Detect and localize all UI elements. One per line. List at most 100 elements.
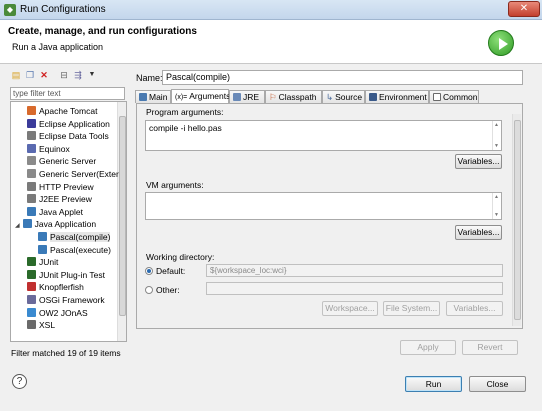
tree-item-label: Generic Server	[39, 156, 97, 167]
tree-item-label: JUnit Plug-in Test	[39, 269, 105, 280]
jre-tab-icon	[233, 93, 241, 101]
tab-classpath[interactable]: ⚐ Classpath	[265, 90, 322, 103]
tab-common[interactable]: Common	[429, 90, 479, 103]
vm-args-variables-button[interactable]: Variables...	[455, 225, 502, 240]
dialog-header: Create, manage, and run configurations R…	[0, 20, 542, 64]
vm-args-scrollbar[interactable]	[492, 193, 501, 219]
workspace-button[interactable]: Workspace...	[322, 301, 378, 316]
apply-button[interactable]: Apply	[400, 340, 456, 355]
tab-environment[interactable]: Environment	[365, 90, 429, 103]
default-dir-field: ${workspace_loc:wci}	[206, 264, 503, 277]
config-tabs: Main (x)= Arguments JRE ⚐ Classpath ↳ Sourc…	[135, 89, 523, 103]
java-app-icon	[22, 219, 32, 229]
tree-item[interactable]: Eclipse Application	[27, 118, 110, 130]
tree-item-label: OW2 JOnAS	[39, 307, 88, 318]
tree-item-label: Generic Server(Exter	[39, 169, 119, 179]
j2ee-icon	[27, 194, 36, 204]
tree-item-label: Pascal(compile)	[50, 232, 111, 242]
tree-item-label: Knopflerfish	[39, 282, 84, 293]
tree-item[interactable]: Pascal(compile)	[38, 231, 111, 243]
other-dir-field[interactable]	[206, 282, 503, 295]
tree-item[interactable]: Generic Server(Exter	[27, 168, 119, 180]
tab-main[interactable]: Main	[135, 90, 171, 103]
program-args-field[interactable]: compile -i hello.pas	[145, 120, 502, 151]
tree-item[interactable]: ◢ Java Application	[15, 218, 96, 230]
file-system-button[interactable]: File System...	[383, 301, 440, 316]
vm-args-label: VM arguments:	[146, 180, 204, 190]
window-close-button[interactable]: ✕	[508, 1, 540, 17]
working-dir-label: Working directory:	[146, 252, 215, 262]
revert-button[interactable]: Revert	[462, 340, 518, 355]
filter-input[interactable]: type filter text	[10, 87, 125, 100]
other-label: Other:	[156, 285, 180, 295]
tree-item[interactable]: Knopflerfish	[27, 281, 84, 293]
run-button[interactable]: Run	[405, 376, 462, 392]
tree-item-label: Eclipse Application	[39, 118, 110, 129]
panel-scrollbar-thumb[interactable]	[514, 120, 521, 320]
delete-config-icon[interactable]: ✕	[38, 69, 50, 81]
panel-scrollbar[interactable]	[512, 114, 521, 326]
tab-jre[interactable]: JRE	[229, 90, 265, 103]
tree-scrollbar[interactable]	[117, 102, 126, 341]
tree-item-label: J2EE Preview	[39, 194, 92, 205]
tree-item-label: OSGi Framework	[39, 295, 105, 305]
tree-item[interactable]: Generic Server	[27, 155, 96, 167]
tree-item[interactable]: JUnit	[27, 256, 58, 268]
vm-args-field[interactable]	[145, 192, 502, 220]
tree-item[interactable]: Eclipse Data Tools	[27, 130, 109, 142]
server-icon	[27, 156, 36, 166]
tree-item-label: Apache Tomcat	[39, 106, 98, 116]
window-title: Run Configurations	[20, 4, 106, 15]
view-menu-chevron-down-icon[interactable]: ▼	[86, 69, 98, 81]
tree-item-label: JUnit	[39, 257, 59, 268]
expand-triangle-icon[interactable]: ◢	[15, 223, 20, 229]
tree-item[interactable]: JUnit Plug-in Test	[27, 269, 105, 281]
program-args-variables-button[interactable]: Variables...	[455, 154, 502, 169]
eclipse-app-icon: ◆	[4, 4, 16, 16]
working-dir-variables-button[interactable]: Variables...	[446, 301, 503, 316]
collapse-all-icon[interactable]: ⊟	[58, 69, 70, 81]
tree-item-label: Equinox	[39, 143, 70, 154]
environment-tab-icon	[369, 93, 377, 101]
tree-item[interactable]: Equinox	[27, 143, 70, 155]
server-icon	[27, 169, 36, 178]
tree-item[interactable]: XSL	[27, 319, 55, 331]
tree-scrollbar-thumb[interactable]	[119, 116, 126, 316]
config-toolbar: ▤ ❐ ✕ ⊟ ⇶ ▼	[8, 68, 126, 84]
tree-item[interactable]: Pascal(execute)	[38, 244, 111, 256]
tree-item-label: HTTP Preview	[39, 181, 94, 192]
duplicate-config-icon[interactable]: ❐	[24, 69, 36, 81]
new-config-icon[interactable]: ▤	[10, 69, 22, 81]
eclipse-icon	[27, 118, 36, 128]
close-button[interactable]: Close	[469, 376, 526, 392]
equinox-icon	[27, 143, 36, 153]
tab-arguments[interactable]: (x)= Arguments	[171, 89, 230, 103]
knopflerfish-icon	[27, 282, 36, 292]
filter-config-icon[interactable]: ⇶	[72, 69, 84, 81]
junit-icon	[27, 257, 36, 267]
data-tools-icon	[27, 131, 36, 141]
http-icon	[27, 181, 36, 191]
source-tab-icon: ↳	[326, 92, 334, 102]
tree-item[interactable]: OSGi Framework	[27, 294, 105, 306]
name-field[interactable]: Pascal(compile)	[162, 70, 523, 85]
common-tab-icon	[433, 93, 441, 101]
name-label: Name:	[136, 73, 163, 83]
applet-icon	[27, 206, 36, 216]
config-tree: Apache Tomcat Eclipse Application Eclipse …	[10, 101, 127, 342]
xsl-icon	[27, 320, 36, 330]
tree-item[interactable]: Apache Tomcat	[27, 105, 97, 117]
program-args-scrollbar[interactable]	[492, 121, 501, 150]
tree-item[interactable]: OW2 JOnAS	[27, 307, 88, 319]
tree-item[interactable]: Java Applet	[27, 206, 83, 218]
default-radio[interactable]	[145, 267, 153, 275]
help-icon[interactable]: ?	[12, 374, 27, 389]
tree-item-label: Java Application	[34, 219, 97, 230]
tab-source[interactable]: ↳ Source	[322, 90, 365, 103]
tree-item[interactable]: HTTP Preview	[27, 181, 94, 193]
other-radio[interactable]	[145, 286, 153, 294]
classpath-tab-icon: ⚐	[269, 92, 277, 102]
junit-plugin-icon	[27, 269, 36, 279]
jonas-icon	[27, 307, 36, 317]
tree-item[interactable]: J2EE Preview	[27, 193, 92, 205]
